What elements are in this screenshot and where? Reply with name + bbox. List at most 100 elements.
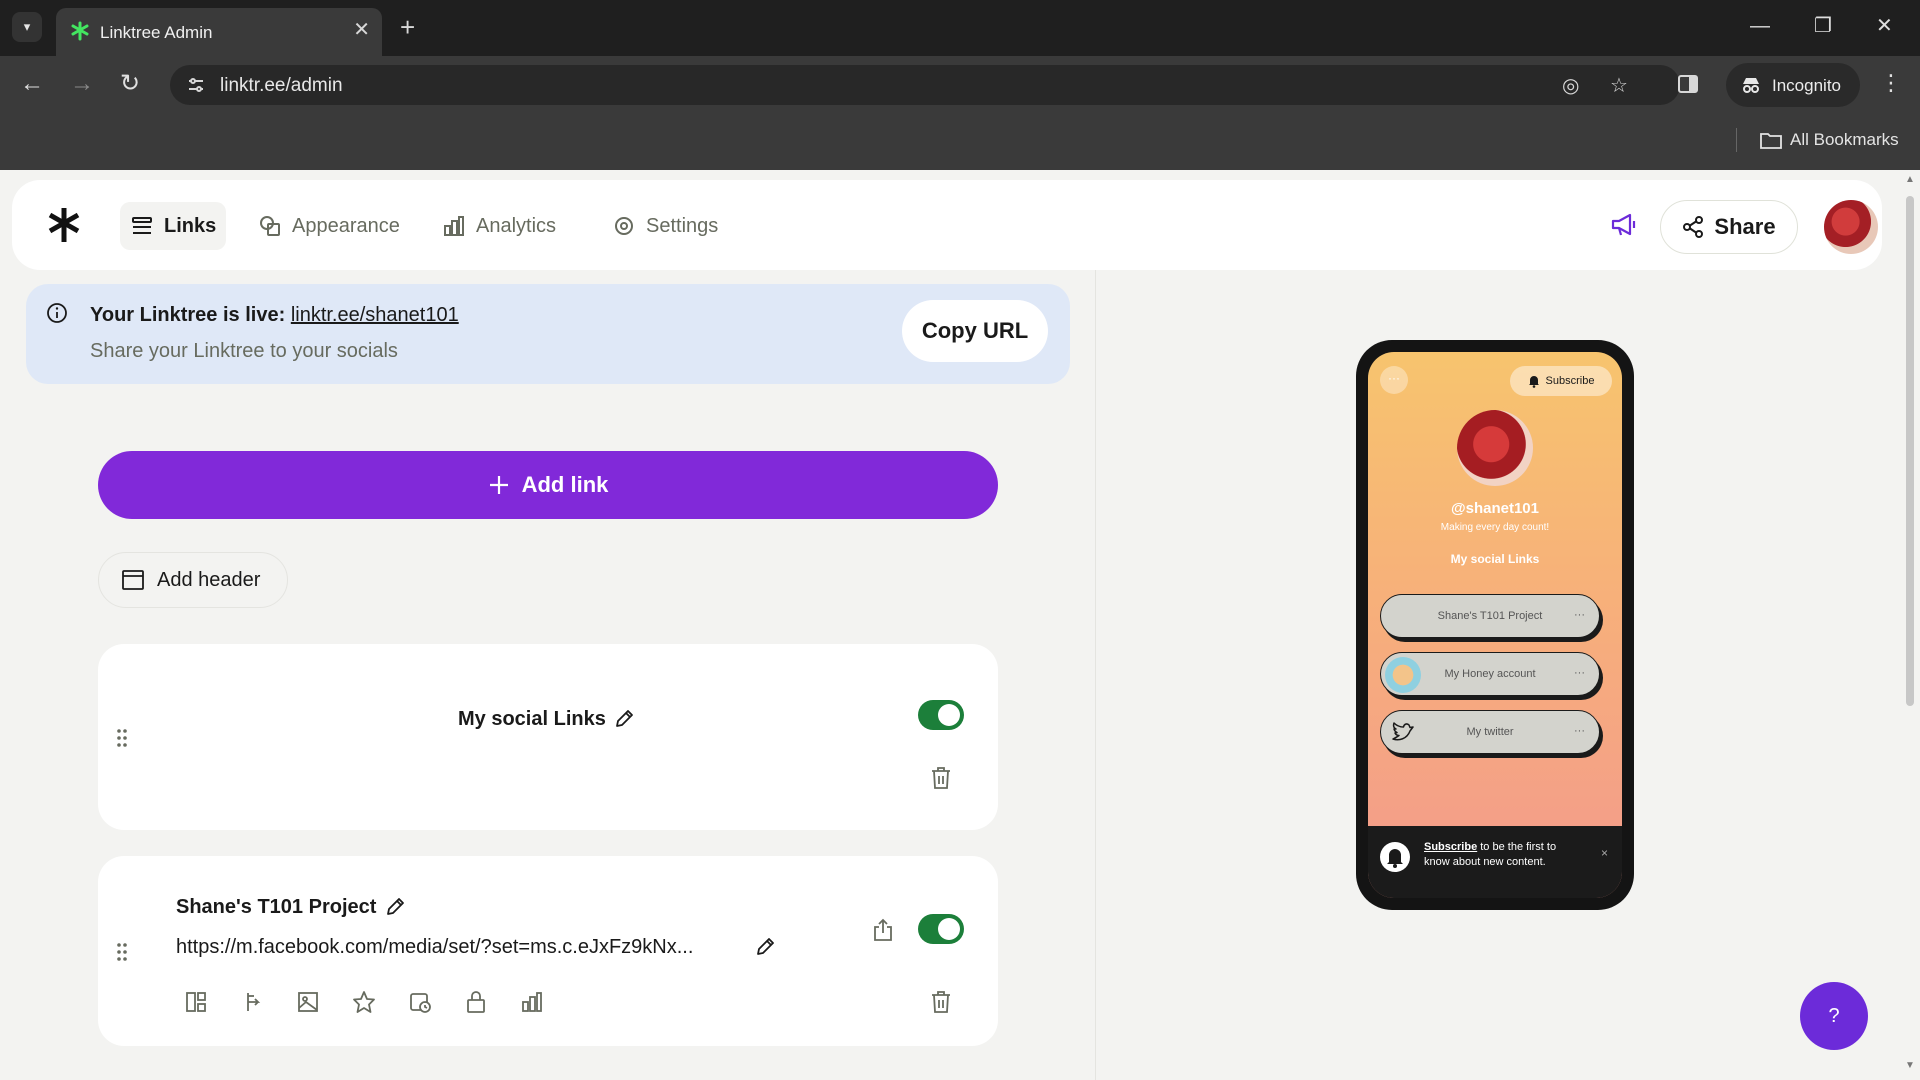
preview-link-label: My twitter: [1466, 726, 1514, 738]
share-link-icon[interactable]: [872, 918, 894, 942]
forward-icon[interactable]: →: [70, 70, 94, 98]
browser-tab-bar: ▾ Linktree Admin ✕ + — ❐ ✕: [0, 0, 1920, 56]
link-toggle[interactable]: [918, 914, 964, 944]
reload-icon[interactable]: ↻: [120, 70, 140, 98]
priority-star-icon[interactable]: [352, 990, 376, 1014]
profile-avatar[interactable]: [1824, 200, 1878, 254]
schedule-clock-icon[interactable]: [408, 990, 432, 1014]
edit-pencil-icon[interactable]: [613, 708, 635, 730]
back-icon[interactable]: ←: [20, 70, 44, 98]
help-button[interactable]: ?: [1800, 982, 1868, 1050]
linktree-app: Links Appearance Analytics Settings Shar…: [0, 170, 1920, 1080]
redirect-icon[interactable]: [240, 990, 264, 1014]
drag-handle-icon[interactable]: [116, 942, 128, 962]
preview-section-title: My social Links: [1450, 552, 1540, 566]
bookmarks-bar: All Bookmarks: [0, 114, 1920, 170]
all-bookmarks[interactable]: All Bookmarks: [1760, 130, 1899, 150]
nav-analytics-label: Analytics: [476, 214, 557, 237]
all-bookmarks-label: All Bookmarks: [1790, 130, 1899, 149]
preview-subscribe-label: Subscribe: [1545, 375, 1595, 387]
tab-close-icon[interactable]: ✕: [353, 20, 370, 40]
delete-trash-icon[interactable]: [930, 766, 952, 790]
tab-title: Linktree Admin: [100, 23, 213, 42]
browser-tab[interactable]: Linktree Admin ✕: [56, 8, 382, 56]
copy-url-button[interactable]: Copy URL: [902, 300, 1048, 362]
share-button[interactable]: Share: [1660, 200, 1798, 254]
add-link-button[interactable]: Add link: [98, 451, 998, 519]
links-list-icon: [132, 217, 152, 234]
header-title[interactable]: My social Links: [458, 708, 606, 731]
site-settings-icon[interactable]: [186, 75, 206, 95]
link-title[interactable]: Shane's T101 Project: [176, 896, 376, 919]
address-bar[interactable]: linktr.ee/admin ◎ ☆: [170, 65, 1680, 105]
scroll-thumb[interactable]: [1906, 196, 1914, 706]
bell-icon: [1528, 375, 1539, 388]
notice-close-icon: ×: [1600, 846, 1608, 860]
preview-subscribe-button: Subscribe: [1510, 366, 1612, 396]
layout-icon[interactable]: [184, 990, 208, 1014]
top-navigation: Links Appearance Analytics Settings Shar…: [12, 180, 1882, 270]
analytics-bars-icon: [444, 216, 464, 236]
live-status: Your Linktree is live: linktr.ee/shanet1…: [90, 304, 459, 327]
incognito-indicator[interactable]: Incognito: [1726, 63, 1860, 107]
info-icon: [47, 303, 67, 323]
preview-avatar: [1457, 410, 1533, 486]
preview-panel: ··· Subscribe @shanet101 Making every da…: [1096, 270, 1908, 1080]
live-banner: Your Linktree is live: linktr.ee/shanet1…: [26, 284, 1070, 384]
preview-link-label: My Honey account: [1444, 668, 1536, 680]
side-panel-icon[interactable]: [1676, 72, 1700, 96]
settings-gear-icon: [615, 217, 633, 235]
links-editor-panel: Your Linktree is live: linktr.ee/shanet1…: [0, 270, 1096, 1080]
nav-analytics[interactable]: Analytics: [432, 202, 566, 250]
thumbnail-image-icon[interactable]: [296, 990, 320, 1014]
eye-off-icon[interactable]: ◎: [1562, 73, 1579, 98]
preview-handle: @shanet101: [1450, 500, 1539, 517]
header-toggle[interactable]: [918, 700, 964, 730]
browser-toolbar: ← → ↻ linktr.ee/admin ◎ ☆ Incognito ⋮: [0, 56, 1920, 114]
preview-link-dots-icon: ···: [1574, 667, 1585, 679]
preview-link-label: Shane's T101 Project: [1437, 610, 1543, 622]
window-close-icon[interactable]: ✕: [1876, 14, 1893, 38]
incognito-label: Incognito: [1772, 76, 1841, 95]
add-header-label: Add header: [157, 568, 261, 591]
preview-subscribe-notice: Subscribe to be the first to know about …: [1368, 826, 1622, 898]
preview-link-item: My twitter ···: [1380, 710, 1600, 754]
edit-url-pencil-icon[interactable]: [754, 936, 776, 958]
nav-appearance-label: Appearance: [292, 214, 400, 237]
preview-link-item: Shane's T101 Project ···: [1380, 594, 1600, 638]
preview-honey-thumbnail: [1385, 657, 1421, 693]
restore-icon[interactable]: ❐: [1814, 14, 1832, 38]
nav-settings-label: Settings: [646, 214, 719, 237]
incognito-icon: [1743, 78, 1759, 93]
nav-appearance[interactable]: Appearance: [248, 202, 410, 250]
preview-link-item: My Honey account ···: [1380, 652, 1600, 696]
browser-menu-icon[interactable]: ⋮: [1880, 70, 1902, 96]
nav-links[interactable]: Links: [120, 202, 227, 250]
linktree-favicon-icon: [71, 21, 89, 41]
bookmark-star-icon[interactable]: ☆: [1610, 73, 1628, 98]
live-url-link[interactable]: linktr.ee/shanet101: [291, 304, 459, 326]
minimize-icon[interactable]: —: [1750, 14, 1770, 38]
edit-title-pencil-icon[interactable]: [384, 896, 406, 918]
megaphone-icon[interactable]: [1610, 212, 1638, 238]
phone-screen: ··· Subscribe @shanet101 Making every da…: [1368, 352, 1622, 898]
link-analytics-icon[interactable]: [520, 990, 544, 1014]
bookmarks-separator: [1736, 128, 1737, 152]
page-scrollbar[interactable]: ▲ ▼: [1904, 174, 1916, 1074]
linktree-logo-icon[interactable]: [46, 206, 82, 244]
share-label: Share: [1714, 214, 1776, 239]
tab-search-chevron-icon[interactable]: ▾: [12, 12, 42, 42]
add-header-button[interactable]: Add header: [98, 552, 288, 608]
delete-trash-icon[interactable]: [930, 990, 952, 1014]
scroll-up-icon[interactable]: ▲: [1905, 174, 1915, 185]
preview-bio: Making every day count!: [1440, 522, 1550, 533]
drag-handle-icon[interactable]: [116, 728, 128, 748]
lock-icon[interactable]: [464, 990, 488, 1014]
link-card: Shane's T101 Project https://m.facebook.…: [98, 856, 998, 1046]
share-icon: [1683, 216, 1704, 238]
link-url[interactable]: https://m.facebook.com/media/set/?set=ms…: [176, 936, 693, 959]
scroll-down-icon[interactable]: ▼: [1905, 1060, 1915, 1071]
new-tab-icon[interactable]: +: [400, 12, 415, 42]
address-url: linktr.ee/admin: [220, 75, 343, 96]
nav-settings[interactable]: Settings: [602, 202, 728, 250]
